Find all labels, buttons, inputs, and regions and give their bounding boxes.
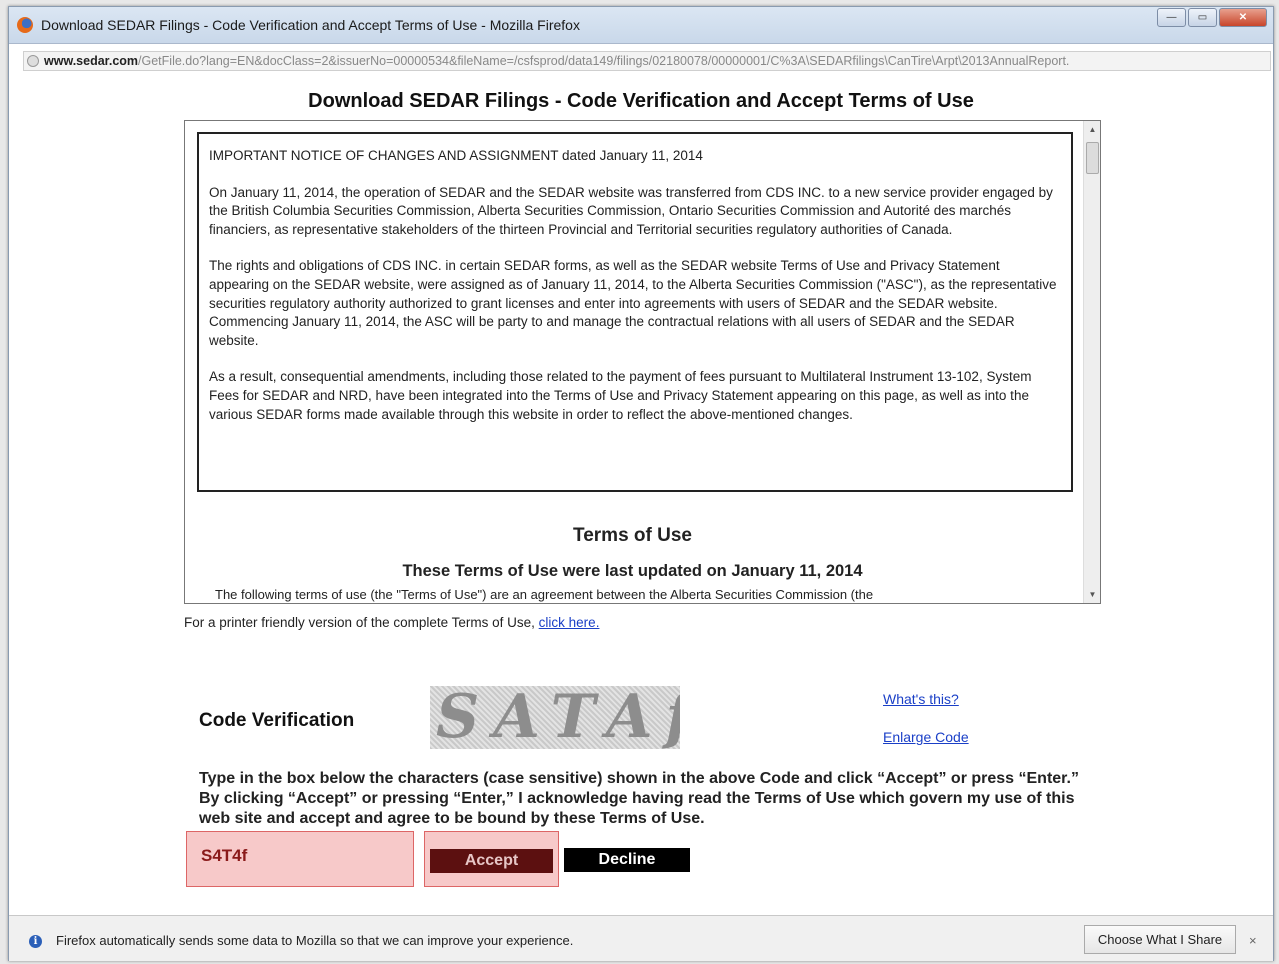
scroll-thumb[interactable]: [1086, 142, 1099, 174]
terms-scroll-frame[interactable]: IMPORTANT NOTICE OF CHANGES AND ASSIGNME…: [184, 120, 1101, 604]
enlarge-code-link[interactable]: Enlarge Code: [883, 729, 969, 745]
captcha-text: SATAf: [436, 686, 680, 749]
minimize-button[interactable]: —: [1157, 8, 1186, 27]
notification-bar: i Firefox automatically sends some data …: [9, 915, 1273, 961]
info-icon: i: [29, 935, 42, 948]
accept-button[interactable]: Accept: [430, 849, 553, 873]
printer-friendly-text: For a printer friendly version of the co…: [184, 615, 599, 630]
terms-scrollbar[interactable]: ▲ ▼: [1083, 121, 1100, 603]
terms-of-use-title: Terms of Use: [573, 525, 692, 546]
window-controls: — ▭ ✕: [1157, 8, 1267, 27]
notice-paragraph-3: As a result, consequential amendments, i…: [209, 369, 1032, 422]
important-notice-box: IMPORTANT NOTICE OF CHANGES AND ASSIGNME…: [197, 132, 1073, 492]
notification-text: Firefox automatically sends some data to…: [56, 933, 574, 948]
page-title: Download SEDAR Filings - Code Verificati…: [308, 90, 974, 112]
title-bar: Download SEDAR Filings - Code Verificati…: [9, 7, 1273, 44]
browser-window: Download SEDAR Filings - Code Verificati…: [8, 6, 1274, 961]
accept-button-highlight: Accept: [424, 831, 559, 887]
verification-instructions: Type in the box below the characters (ca…: [199, 770, 1079, 827]
globe-icon: [27, 55, 39, 67]
url-bar[interactable]: www.sedar.com/GetFile.do?lang=EN&docClas…: [23, 51, 1271, 71]
notice-paragraph-1: On January 11, 2014, the operation of SE…: [209, 184, 1053, 237]
code-verification-label: Code Verification: [199, 710, 355, 731]
window-title: Download SEDAR Filings - Code Verificati…: [41, 17, 580, 33]
captcha-image: SATAf: [430, 686, 680, 749]
page-content: Download SEDAR Filings - Code Verificati…: [9, 77, 1273, 917]
decline-button[interactable]: Decline: [564, 848, 690, 872]
close-notification-icon[interactable]: ×: [1249, 933, 1257, 948]
verification-code-input[interactable]: [197, 842, 377, 870]
firefox-logo-icon: [17, 17, 33, 33]
maximize-button[interactable]: ▭: [1188, 8, 1217, 27]
close-window-button[interactable]: ✕: [1219, 8, 1267, 27]
scroll-down-arrow-icon[interactable]: ▼: [1084, 586, 1100, 603]
notice-paragraph-2: The rights and obligations of CDS INC. i…: [209, 258, 1057, 348]
choose-what-i-share-button[interactable]: Choose What I Share: [1084, 925, 1236, 954]
printer-friendly-link[interactable]: click here.: [539, 615, 600, 630]
whats-this-link[interactable]: What's this?: [883, 691, 959, 707]
notice-heading: IMPORTANT NOTICE OF CHANGES AND ASSIGNME…: [209, 148, 703, 163]
terms-first-line: The following terms of use (the "Terms o…: [215, 587, 874, 602]
url-path: /GetFile.do?lang=EN&docClass=2&issuerNo=…: [138, 54, 1070, 68]
terms-updated-date: These Terms of Use were last updated on …: [402, 562, 863, 580]
url-host: www.sedar.com: [44, 54, 139, 68]
code-input-highlight: [186, 831, 414, 887]
printer-text: For a printer friendly version of the co…: [184, 615, 535, 630]
scroll-up-arrow-icon[interactable]: ▲: [1084, 121, 1100, 138]
